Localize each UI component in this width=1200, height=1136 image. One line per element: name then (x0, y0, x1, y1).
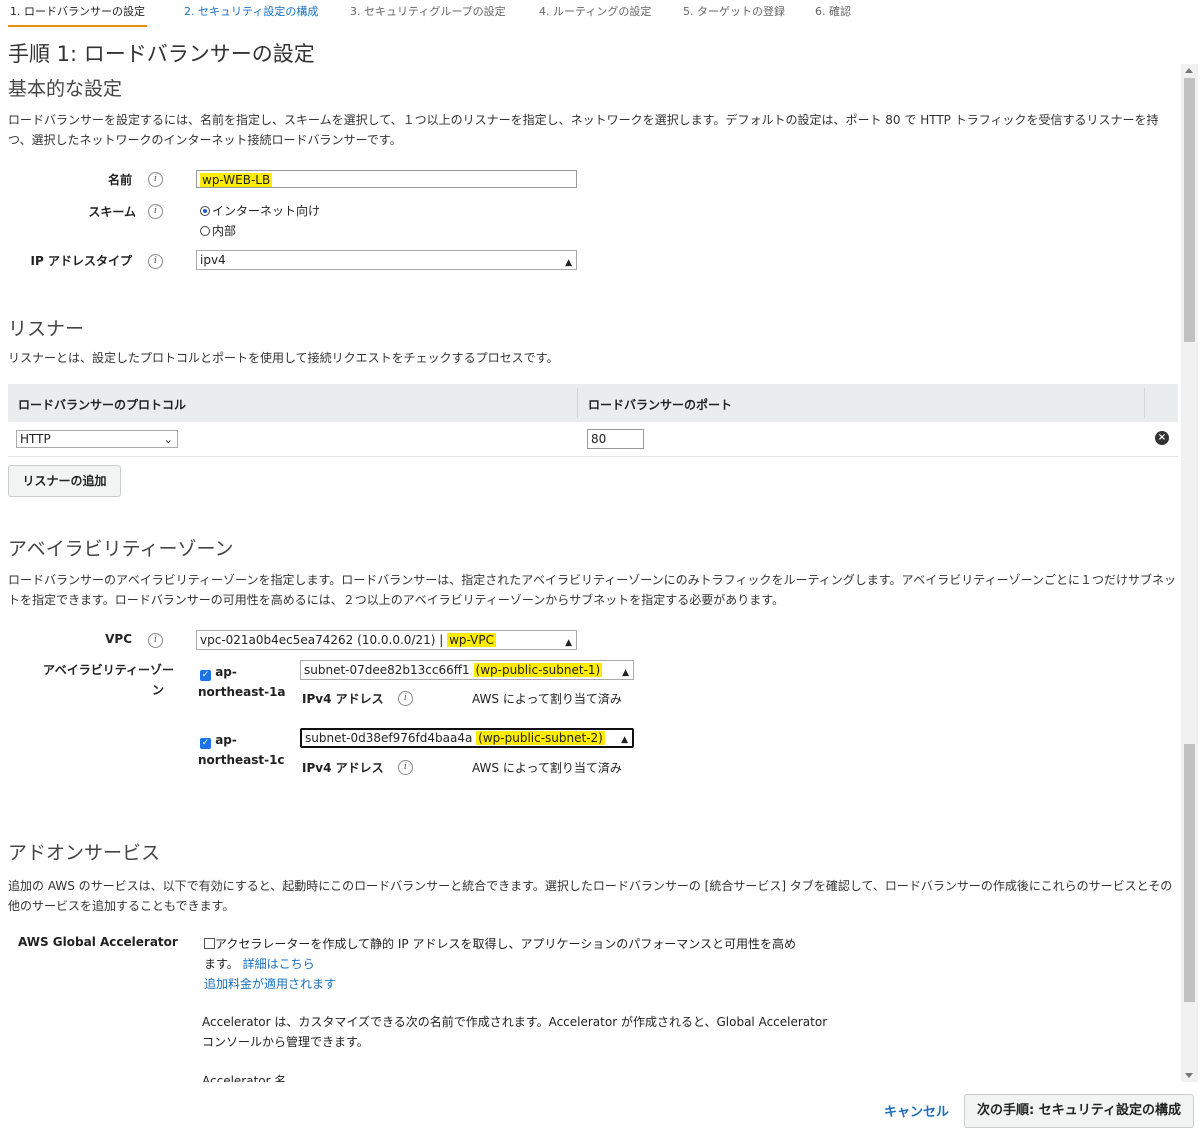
chevron-down-icon: ⌄ (163, 433, 173, 446)
scrollbar-thumb[interactable] (1184, 78, 1195, 342)
ga-option: アクセラレーターを作成して静的 IP アドレスを取得し、アプリケーションのパフォ… (204, 934, 874, 994)
content-area: 手順 1: ロードバランサーの設定 基本的な設定 ロードバランサーを設定するには… (0, 30, 1180, 1082)
step-2[interactable]: 2. セキュリティ設定の構成 (182, 5, 320, 25)
zone-1c-name-2: northeast-1c (198, 753, 285, 767)
protocol-value: HTTP (20, 432, 51, 446)
checkbox-checked-icon: ✓ (200, 738, 211, 749)
addon-heading: アドオンサービス (8, 842, 161, 864)
next-step-button[interactable]: 次の手順: セキュリティ設定の構成 (964, 1094, 1194, 1128)
az-description: ロードバランサーのアベイラビリティーゾーンを指定します。ロードバランサーは、指定… (8, 573, 1176, 607)
col-divider (577, 388, 578, 418)
vertical-scrollbar[interactable] (1181, 64, 1198, 1082)
listener-heading: リスナー (8, 318, 85, 340)
subnet-1a-name: (wp-public-subnet-1) (473, 663, 603, 677)
listener-table-header: ロードバランサーのプロトコル ロードバランサーのポート (8, 384, 1178, 422)
name-value: wp-WEB-LB (200, 173, 273, 187)
ga-learn-more-link[interactable]: 詳細はこちら (243, 957, 315, 971)
select-caret-icon: ▲ (565, 258, 572, 268)
scheme-internal-radio[interactable]: 内部 (200, 222, 236, 239)
zone-1a-name-2: northeast-1a (198, 685, 286, 699)
ga-fee-link[interactable]: 追加料金が適用されます (204, 977, 336, 991)
subnet-1a-id: subnet-07dee82b13cc66ff1 (304, 663, 470, 677)
col-divider (1144, 388, 1145, 418)
scrollbar-thumb-secondary[interactable] (1184, 744, 1195, 1002)
listener-description: リスナーとは、設定したプロトコルとポートを使用して接続リクエストをチェックするプ… (8, 351, 559, 365)
zone-1a-name: ap- (215, 665, 237, 679)
name-input[interactable]: wp-WEB-LB (196, 170, 577, 188)
ipv4-1a-label: IPv4 アドレス (302, 692, 384, 706)
scheme-internet-radio[interactable]: インターネット向け (200, 202, 320, 219)
ipv4-1c-label: IPv4 アドレス (302, 761, 384, 775)
iptype-info-icon[interactable]: i (148, 254, 163, 269)
radio-empty-icon (200, 226, 210, 236)
zone-1c-name: ap- (215, 733, 237, 747)
checkbox-checked-icon: ✓ (200, 670, 211, 681)
remove-listener-icon[interactable]: × (1155, 431, 1169, 445)
zones-label: アベイラビリティーゾーン (8, 660, 174, 700)
scheme-internal-label: 内部 (212, 224, 237, 238)
zone-1a-checkbox[interactable]: ✓ ap-northeast-1a (198, 662, 286, 702)
ga-name-label: Accelerator 名 (202, 1074, 287, 1082)
vpc-info-icon[interactable]: i (148, 633, 163, 648)
select-caret-icon: ▲ (622, 668, 629, 678)
scroll-down-icon[interactable] (1185, 1073, 1193, 1078)
zones-label-line1: アベイラビリティーゾー (42, 663, 174, 677)
ipv4-1c-value: AWS によって割り当て済み (472, 761, 622, 775)
ipv4-info-icon[interactable]: i (398, 691, 413, 706)
ga-text-2: ます。 (204, 957, 239, 971)
step-5[interactable]: 5. ターゲットの登録 (681, 5, 787, 25)
subnet-1c-id: subnet-0d38ef976fd4baa4a (305, 731, 473, 745)
add-listener-button[interactable]: リスナーの追加 (8, 465, 121, 497)
step-4[interactable]: 4. ルーティングの設定 (537, 5, 653, 25)
vpc-name: wp-VPC (447, 633, 496, 647)
basic-heading: 基本的な設定 (8, 78, 123, 100)
subnet-1c-name: (wp-public-subnet-2) (476, 731, 605, 745)
scroll-up-icon[interactable] (1185, 68, 1193, 73)
wizard-steps: 1. ロードバランサーの設定 2. セキュリティ設定の構成 3. セキュリティグ… (0, 0, 1200, 30)
subnet-1c-select[interactable]: subnet-0d38ef976fd4baa4a (wp-public-subn… (300, 728, 634, 748)
col-port: ロードバランサーのポート (588, 398, 733, 412)
ipv4-info-icon[interactable]: i (398, 760, 413, 775)
az-heading: アベイラビリティーゾーン (8, 538, 234, 560)
select-caret-icon: ▲ (621, 735, 628, 745)
step-6[interactable]: 6. 確認 (813, 5, 853, 25)
step-3[interactable]: 3. セキュリティグループの設定 (348, 5, 508, 25)
protocol-select[interactable]: HTTP ⌄ (16, 430, 178, 448)
name-label: 名前 (107, 173, 132, 187)
ipv4-1a-value: AWS によって割り当て済み (472, 692, 622, 706)
cancel-button[interactable]: キャンセル (884, 1101, 949, 1120)
footer: キャンセル 次の手順: セキュリティ設定の構成 (0, 1082, 1200, 1136)
ga-text-1: アクセラレーターを作成して静的 IP アドレスを取得し、アプリケーションのパフォ… (215, 937, 796, 951)
zone-1c-checkbox[interactable]: ✓ ap-northeast-1c (198, 730, 285, 770)
ga-note-2: コンソールから管理できます。 (202, 1035, 369, 1049)
subnet-1a-select[interactable]: subnet-07dee82b13cc66ff1 (wp-public-subn… (300, 660, 634, 680)
basic-description: ロードバランサーを設定するには、名前を指定し、スキームを選択して、１つ以上のリス… (8, 113, 1159, 147)
iptype-label: IP アドレスタイプ (30, 254, 132, 268)
select-caret-icon: ▲ (565, 638, 572, 648)
scheme-label: スキーム (88, 205, 136, 219)
port-value: 80 (591, 432, 607, 446)
scheme-internet-label: インターネット向け (212, 204, 321, 218)
zones-label-line2: ン (151, 683, 164, 697)
ga-note: Accelerator は、カスタマイズできる次の名前で作成されます。Accel… (202, 1012, 902, 1052)
ga-checkbox[interactable] (204, 938, 215, 949)
step-1[interactable]: 1. ロードバランサーの設定 (8, 5, 147, 27)
col-protocol: ロードバランサーのプロトコル (18, 398, 187, 412)
vpc-select[interactable]: vpc-021a0b4ec5ea74262 (10.0.0.0/21) | wp… (196, 630, 577, 650)
vpc-label: VPC (105, 632, 132, 646)
ga-label: AWS Global Accelerator (18, 935, 178, 949)
page-title: 手順 1: ロードバランサーの設定 (8, 42, 315, 66)
addon-description: 追加の AWS のサービスは、以下で有効にすると、起動時にこのロードバランサーと… (8, 879, 1173, 913)
vpc-id: vpc-021a0b4ec5ea74262 (10.0.0.0/21) | (200, 633, 444, 647)
radio-selected-icon (200, 206, 210, 216)
listener-row: HTTP ⌄ 80 × (8, 422, 1178, 457)
listener-table: ロードバランサーのプロトコル ロードバランサーのポート HTTP ⌄ 80 × (8, 384, 1178, 457)
scheme-info-icon[interactable]: i (148, 204, 163, 219)
name-info-icon[interactable]: i (148, 172, 163, 187)
iptype-select[interactable]: ipv4 ▲ (196, 250, 577, 270)
port-input[interactable]: 80 (587, 429, 644, 449)
iptype-value: ipv4 (200, 253, 226, 267)
ga-note-1: Accelerator は、カスタマイズできる次の名前で作成されます。Accel… (202, 1015, 828, 1029)
